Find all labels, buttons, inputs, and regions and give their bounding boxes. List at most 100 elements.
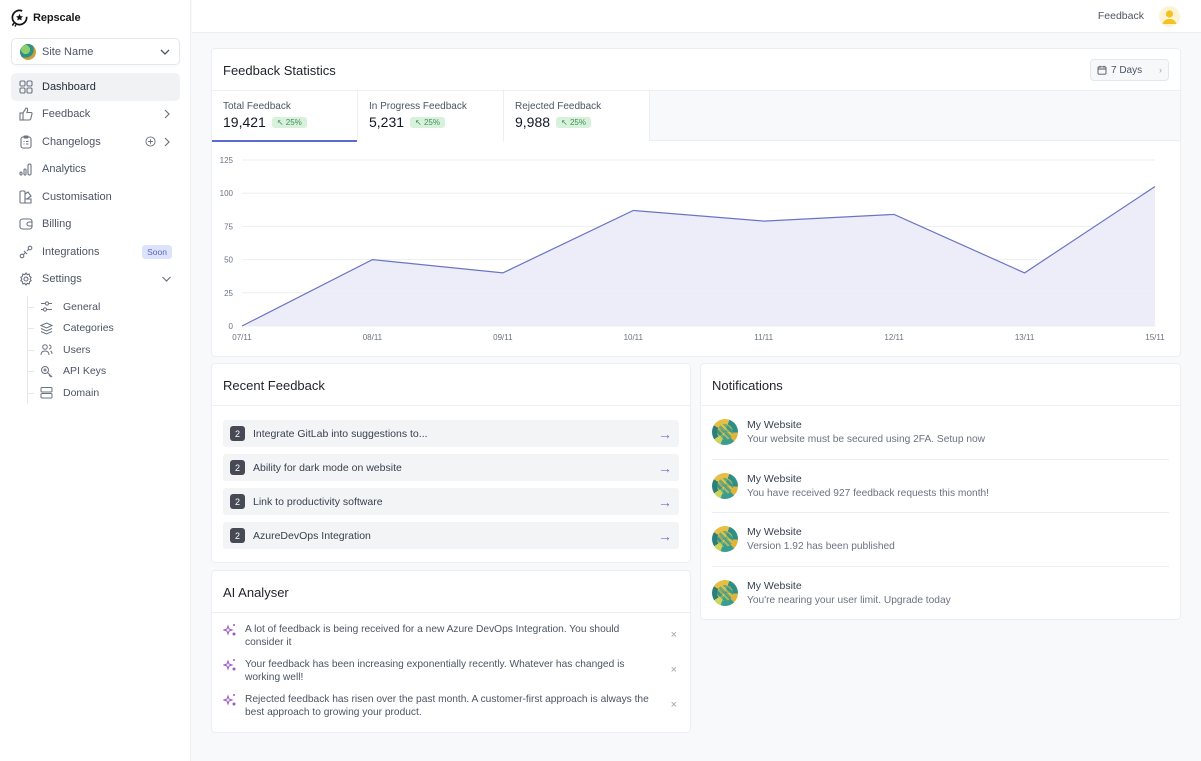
sidebar-item-customisation[interactable]: Customisation bbox=[11, 183, 180, 211]
dismiss-icon[interactable]: × bbox=[671, 699, 677, 711]
top-feedback-link[interactable]: Feedback bbox=[1098, 10, 1144, 22]
tab-rejected-feedback[interactable]: Rejected Feedback 9,988 ↖ 25% bbox=[504, 91, 650, 141]
y-tick-label: 100 bbox=[220, 189, 234, 198]
tab-total-feedback[interactable]: Total Feedback 19,421 ↖ 25% bbox=[212, 91, 358, 142]
soon-badge: Soon bbox=[142, 244, 172, 259]
site-avatar bbox=[712, 419, 738, 446]
x-tick-label: 15/11 bbox=[1145, 333, 1165, 342]
settings-general[interactable]: General bbox=[28, 296, 177, 318]
stat-change-badge: ↖ 25% bbox=[271, 116, 307, 128]
date-range-label: 7 Days bbox=[1111, 64, 1143, 76]
arrow-right-icon[interactable]: → bbox=[658, 528, 672, 544]
user-avatar[interactable] bbox=[1159, 6, 1180, 27]
tab-in-progress-feedback[interactable]: In Progress Feedback 5,231 ↖ 25% bbox=[358, 91, 504, 141]
settings-categories-label: Categories bbox=[63, 322, 114, 335]
feedback-chart: 0 25 50 75 100 125 07/11 08/11 09/11 10/11 11/11 12… bbox=[220, 156, 1166, 342]
sliders-icon bbox=[40, 300, 53, 313]
notification-message: Your website must be secured using 2FA. … bbox=[747, 434, 986, 446]
chevron-right-icon: › bbox=[1159, 65, 1162, 75]
vote-count: 2 bbox=[230, 460, 245, 475]
feedback-item[interactable]: 2 Integrate GitLab into suggestions to..… bbox=[223, 420, 679, 447]
x-tick-label: 10/11 bbox=[624, 333, 644, 342]
sidebar-item-analytics[interactable]: Analytics bbox=[11, 156, 180, 184]
notification-item[interactable]: My Website Your website must be secured u… bbox=[712, 406, 1169, 460]
notification-title: My Website bbox=[747, 472, 802, 485]
y-tick-label: 50 bbox=[224, 256, 233, 265]
site-selector[interactable]: Site Name bbox=[11, 38, 180, 65]
settings-api-keys[interactable]: API Keys bbox=[28, 361, 177, 383]
vote-count: 2 bbox=[230, 494, 245, 509]
sparkle-icon bbox=[223, 694, 236, 706]
recent-feedback-card: Recent Feedback 2 Integrate GitLab into … bbox=[211, 363, 691, 563]
sidebar-item-billing[interactable]: Billing bbox=[11, 211, 180, 239]
sidebar-item-feedback[interactable]: Feedback bbox=[11, 101, 180, 129]
feedback-text: Link to productivity software bbox=[253, 495, 383, 508]
dismiss-icon[interactable]: × bbox=[671, 664, 677, 676]
feedback-item[interactable]: 2 AzureDevOps Integration → bbox=[223, 522, 679, 549]
notification-item[interactable]: My Website You're nearing your user limit… bbox=[712, 567, 1169, 621]
settings-users[interactable]: Users bbox=[28, 339, 177, 361]
notification-list: My Website Your website must be secured u… bbox=[701, 406, 1180, 620]
card-title: Notifications bbox=[712, 378, 783, 393]
notification-title: My Website bbox=[747, 526, 802, 539]
settings-domain[interactable]: Domain bbox=[28, 382, 177, 404]
sidebar-item-label: Billing bbox=[42, 218, 72, 231]
ai-insight: Your feedback has been increasing expone… bbox=[223, 658, 679, 684]
notification-item[interactable]: My Website Version 1.92 has been publishe… bbox=[712, 513, 1169, 567]
arrow-right-icon[interactable]: → bbox=[658, 460, 672, 476]
stat-label: Rejected Feedback bbox=[515, 101, 602, 112]
feedback-item[interactable]: 2 Link to productivity software → bbox=[223, 488, 679, 515]
settings-categories[interactable]: Categories bbox=[28, 318, 177, 340]
sidebar-item-label: Changelogs bbox=[42, 135, 101, 148]
vote-count: 2 bbox=[230, 528, 245, 543]
x-tick-label: 11/11 bbox=[754, 333, 773, 342]
sidebar-item-integrations[interactable]: Integrations Soon bbox=[11, 238, 180, 266]
chevron-down-icon bbox=[162, 276, 171, 283]
sparkle-icon bbox=[223, 659, 236, 671]
clipboard-icon bbox=[19, 135, 33, 149]
site-selector-label: Site Name bbox=[42, 45, 94, 58]
repscale-logo-icon bbox=[11, 9, 28, 27]
sidebar-nav: Dashboard Feedback Changelogs Analytics … bbox=[11, 73, 180, 293]
arrow-right-icon[interactable]: → bbox=[658, 494, 672, 510]
recent-feedback-list: 2 Integrate GitLab into suggestions to..… bbox=[212, 406, 690, 549]
notification-item[interactable]: My Website You have received 927 feedback… bbox=[712, 460, 1169, 513]
stat-value: 9,988 bbox=[515, 114, 551, 130]
sidebar-item-label: Settings bbox=[42, 273, 82, 286]
chevron-right-icon bbox=[164, 109, 170, 119]
x-tick-label: 12/11 bbox=[884, 333, 904, 342]
arrow-right-icon[interactable]: → bbox=[658, 426, 672, 442]
y-tick-label: 25 bbox=[224, 289, 233, 298]
y-tick-label: 0 bbox=[229, 322, 234, 331]
sidebar-item-label: Analytics bbox=[42, 163, 87, 176]
date-range-button[interactable]: 7 Days › bbox=[1090, 59, 1169, 81]
feedback-statistics-card: Feedback Statistics 7 Days › Total Feedb… bbox=[211, 48, 1181, 357]
stat-value: 5,231 bbox=[369, 114, 405, 130]
settings-users-label: Users bbox=[63, 343, 91, 356]
sidebar-item-changelogs[interactable]: Changelogs bbox=[11, 128, 180, 156]
series-area bbox=[242, 186, 1155, 326]
chevron-right-icon bbox=[164, 137, 170, 147]
add-circle-icon[interactable] bbox=[145, 136, 156, 147]
ai-insight-text: A lot of feedback is being received for … bbox=[245, 624, 620, 648]
ai-insight: A lot of feedback is being received for … bbox=[223, 623, 679, 649]
sidebar-item-settings[interactable]: Settings bbox=[11, 266, 180, 294]
dismiss-icon[interactable]: × bbox=[671, 629, 677, 641]
brand-logo[interactable]: Repscale bbox=[10, 8, 81, 27]
ai-analyser-card: AI Analyser A lot of feedback is being r… bbox=[211, 570, 691, 733]
sidebar-item-label: Customisation bbox=[42, 190, 112, 203]
site-avatar bbox=[712, 526, 738, 553]
y-tick-label: 75 bbox=[224, 222, 233, 231]
feedback-item[interactable]: 2 Ability for dark mode on website → bbox=[223, 454, 679, 481]
x-tick-label: 09/11 bbox=[493, 333, 513, 342]
sidebar-item-dashboard[interactable]: Dashboard bbox=[11, 73, 180, 101]
thumbs-up-icon bbox=[19, 107, 33, 121]
key-icon bbox=[40, 365, 53, 378]
user-icon bbox=[1162, 10, 1177, 24]
sidebar-item-label: Integrations bbox=[42, 245, 100, 258]
site-avatar bbox=[20, 43, 36, 60]
sidebar-item-label: Dashboard bbox=[42, 80, 96, 93]
top-bar: Feedback bbox=[192, 0, 1201, 33]
ai-insight-list: A lot of feedback is being received for … bbox=[212, 613, 690, 719]
feedback-text: Ability for dark mode on website bbox=[253, 461, 402, 474]
